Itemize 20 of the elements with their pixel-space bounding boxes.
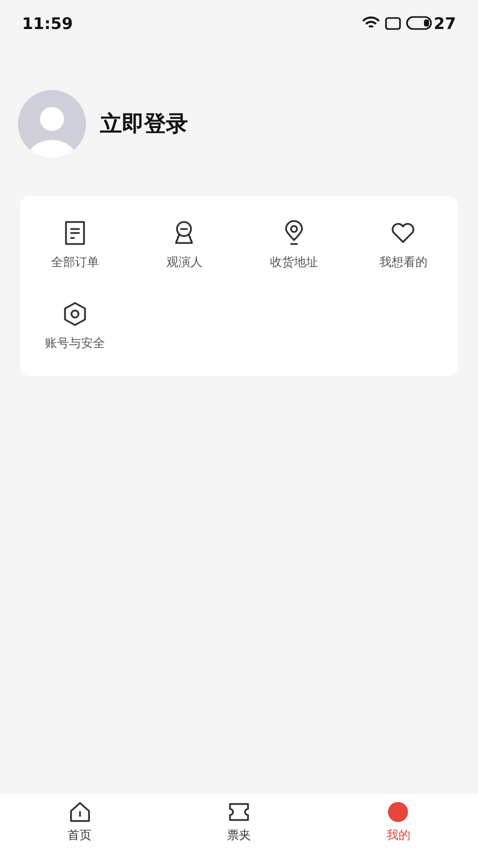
tab[interactable]: 票夹 xyxy=(159,794,319,850)
menu-item[interactable]: 全部订单 xyxy=(20,220,130,271)
house-icon xyxy=(68,800,91,822)
heart-icon xyxy=(390,220,416,246)
tab[interactable]: 首页 xyxy=(0,794,160,850)
status-time: 11:59 xyxy=(22,14,73,32)
login-link[interactable]: 立即登录 xyxy=(100,109,188,139)
hexagon-icon xyxy=(62,301,88,327)
avatar xyxy=(18,90,86,158)
menu-item[interactable]: 账号与安全 xyxy=(20,301,130,352)
menu-item[interactable]: 收货地址 xyxy=(239,220,348,271)
battery-level: 27 xyxy=(434,14,456,32)
menu-item[interactable]: 我想看的 xyxy=(348,220,458,271)
battery-icon xyxy=(406,16,432,30)
sim-card-icon xyxy=(384,16,401,30)
ticket-icon xyxy=(228,800,250,822)
menu-item[interactable]: 观演人 xyxy=(130,220,239,271)
tab[interactable]: 我的 xyxy=(318,794,478,850)
document-icon xyxy=(62,220,87,246)
wifi-icon xyxy=(362,16,380,30)
